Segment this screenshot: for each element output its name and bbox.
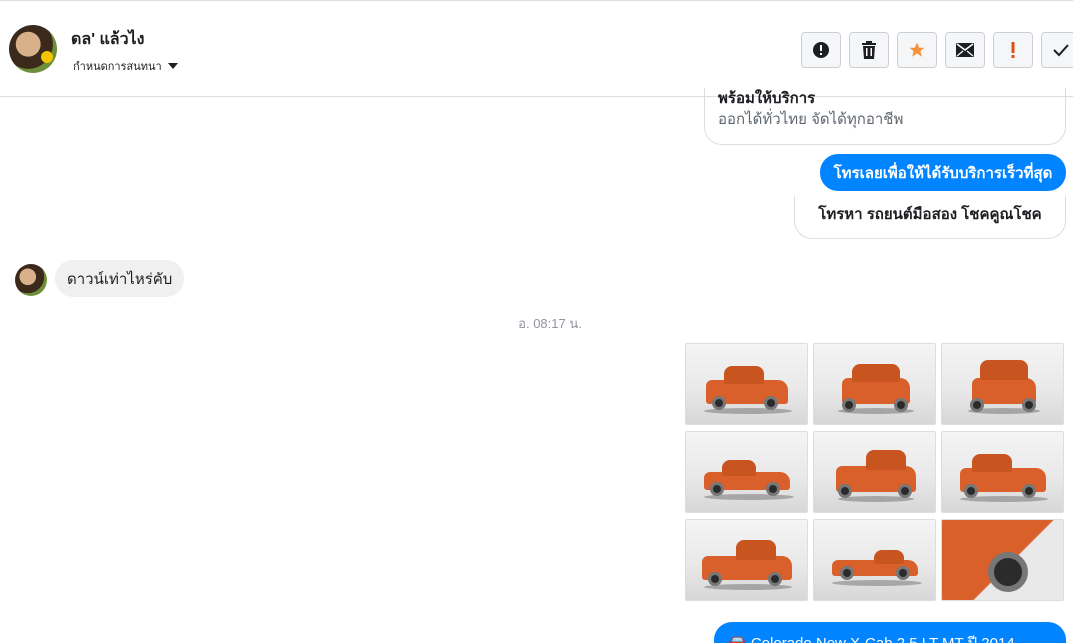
photo-grid [685,343,1064,601]
incoming-message: ดาวน์เท่าไหร่คับ [55,260,185,297]
car-photo[interactable] [813,343,936,425]
assign-conversation-dropdown[interactable]: กำหนดการสนทนา [73,57,178,75]
contact-avatar[interactable] [9,25,57,73]
mark-unread-button[interactable] [945,32,985,68]
caret-down-icon [167,63,178,69]
call-now-button[interactable]: โทรเลยเพื่อให้ได้รับบริการเร็วที่สุด [820,154,1066,191]
car-photo-closeup[interactable] [941,519,1064,601]
mark-done-button[interactable] [1041,32,1073,68]
envelope-icon [956,43,974,57]
outgoing-card-message: พร้อมให้บริการ ออกได้ทั่วไทย จัดได้ทุกอา… [704,88,1066,145]
outgoing-message: 🚘 Colorado New X-Cab 2.5 LT MT ปี 2014 [714,622,1066,643]
exclamation-icon [1010,41,1016,59]
car-photo[interactable] [685,519,808,601]
car-photo[interactable] [813,431,936,513]
conversation-header: ดล' แล้วไง กำหนดการสนทนา [0,0,1073,97]
star-icon [908,41,926,59]
contact-name[interactable]: ดล' แล้วไง [71,27,144,52]
car-photo[interactable] [941,431,1064,513]
follow-up-button[interactable] [993,32,1033,68]
message-timestamp: อ. 08:17 น. [518,316,582,331]
car-photo[interactable] [685,343,808,425]
call-dealer-button[interactable]: โทรหา รถยนต์มือสอง โชคคูณโชค [794,196,1066,239]
checkmark-icon [1052,43,1070,57]
delete-button[interactable] [849,32,889,68]
car-photo[interactable] [813,519,936,601]
report-icon [812,41,830,59]
trash-icon [861,41,877,59]
assign-conversation-label: กำหนดการสนทนา [73,61,162,73]
star-button[interactable] [897,32,937,68]
conversation-toolbar [801,32,1073,68]
report-spam-button[interactable] [801,32,841,68]
card-subtitle: ออกได้ทั่วไทย จัดได้ทุกอาชีพ [718,111,904,128]
car-photo[interactable] [685,431,808,513]
car-photo[interactable] [941,343,1064,425]
sender-avatar [15,264,47,296]
